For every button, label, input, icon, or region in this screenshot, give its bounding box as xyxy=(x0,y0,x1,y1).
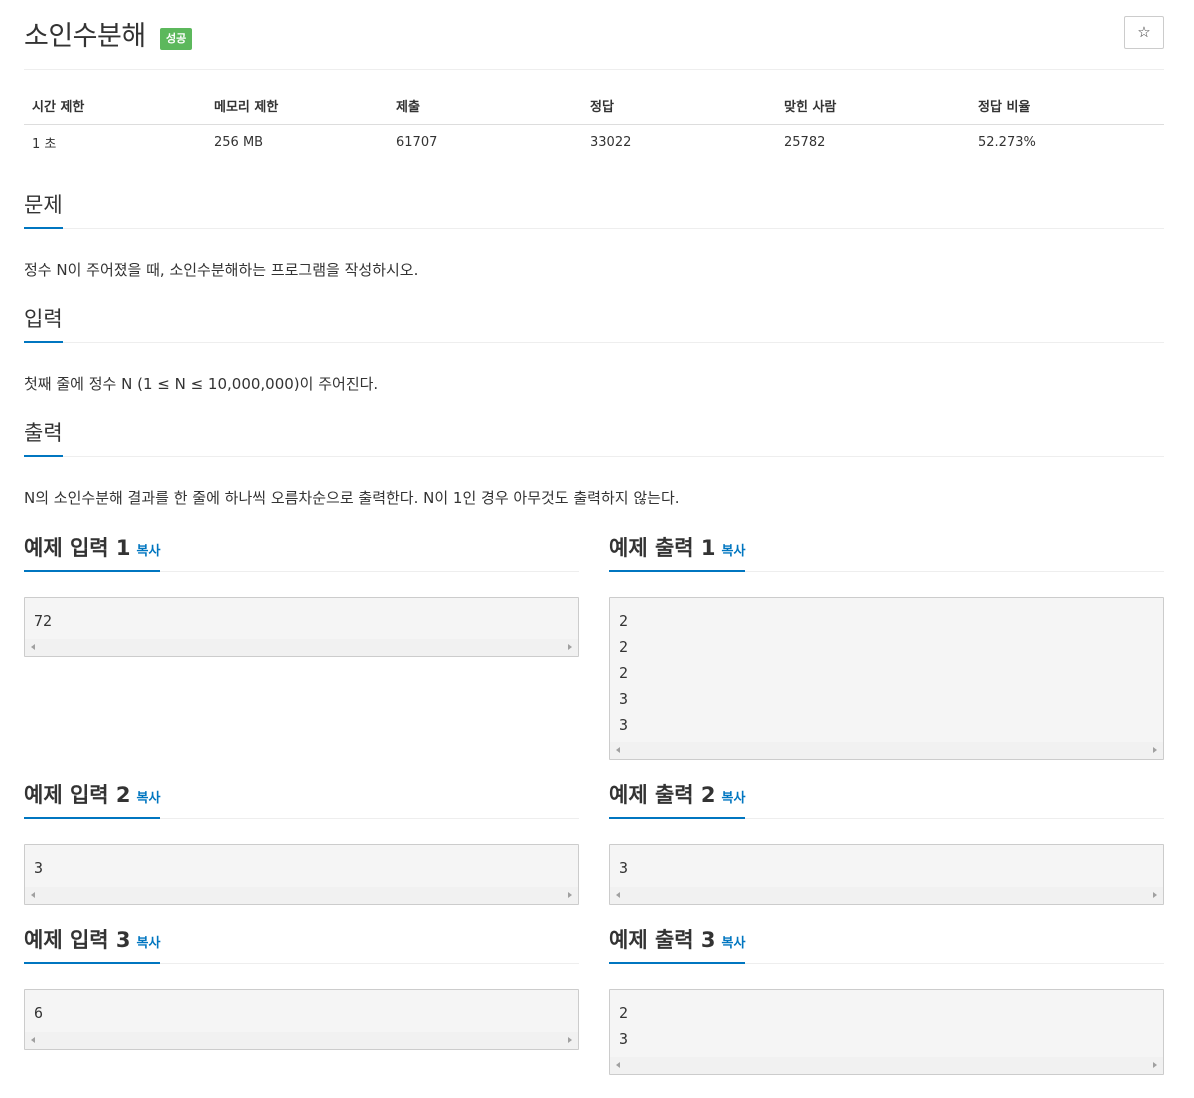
sample-output-1-header: 예제 출력 1 복사 xyxy=(609,536,1164,572)
problem-header: 소인수분해 성공 ☆ xyxy=(24,0,1164,70)
horizontal-scrollbar[interactable] xyxy=(25,639,578,656)
header-submissions: 제출 xyxy=(388,88,582,125)
value-solved-users: 25782 xyxy=(784,134,826,150)
sample-input-2-title: 예제 입력 2 xyxy=(24,783,131,807)
copy-sample-input-2-link[interactable]: 복사 xyxy=(137,791,161,806)
sample-output-2-title: 예제 출력 2 xyxy=(609,783,716,807)
value-memory-limit: 256 MB xyxy=(214,134,264,150)
sample-output-2-text: 3 xyxy=(619,859,629,877)
sample-input-3-text: 6 xyxy=(34,1004,44,1022)
scroll-left-icon[interactable] xyxy=(616,747,620,753)
value-accept-ratio: 52.273% xyxy=(978,134,1036,150)
value-time-limit: 1 초 xyxy=(32,136,57,152)
problem-description: 정수 N이 주어졌을 때, 소인수분해하는 프로그램을 작성하시오. xyxy=(24,261,419,279)
copy-sample-input-1-link[interactable]: 복사 xyxy=(137,544,161,559)
scroll-left-icon[interactable] xyxy=(616,1062,620,1068)
header-memory-limit: 메모리 제한 xyxy=(206,88,388,125)
input-section-title: 입력 xyxy=(24,303,63,343)
scroll-left-icon[interactable] xyxy=(616,892,620,898)
sample-input-3-header: 예제 입력 3 복사 xyxy=(24,928,579,964)
scroll-right-icon[interactable] xyxy=(568,1037,572,1043)
scroll-right-icon[interactable] xyxy=(568,892,572,898)
horizontal-scrollbar[interactable] xyxy=(25,1032,578,1049)
horizontal-scrollbar[interactable] xyxy=(25,887,578,904)
value-accepted: 33022 xyxy=(590,134,632,150)
copy-sample-output-3-link[interactable]: 복사 xyxy=(722,936,746,951)
header-time-limit: 시간 제한 xyxy=(24,88,206,125)
scroll-left-icon[interactable] xyxy=(31,1037,35,1043)
sample-output-1-title: 예제 출력 1 xyxy=(609,536,716,560)
scroll-right-icon[interactable] xyxy=(1153,747,1157,753)
star-icon: ☆ xyxy=(1137,23,1151,41)
output-description: N의 소인수분해 결과를 한 줄에 하나씩 오름차순으로 출력한다. N이 1인… xyxy=(24,489,680,507)
scroll-left-icon[interactable] xyxy=(31,892,35,898)
sample-input-3-title: 예제 입력 3 xyxy=(24,928,131,952)
sample-output-1-text: 2 2 2 3 3 xyxy=(619,612,629,734)
horizontal-scrollbar[interactable] xyxy=(610,742,1163,759)
header-solved-users: 맞힌 사람 xyxy=(776,88,970,125)
horizontal-scrollbar[interactable] xyxy=(610,887,1163,904)
star-button[interactable]: ☆ xyxy=(1124,16,1164,49)
output-section-header: 출력 xyxy=(24,421,1164,457)
page-title: 소인수분해 xyxy=(24,21,146,52)
copy-sample-output-1-link[interactable]: 복사 xyxy=(722,544,746,559)
header-accepted: 정답 xyxy=(582,88,776,125)
input-description: 첫째 줄에 정수 N (1 ≤ N ≤ 10,000,000)이 주어진다. xyxy=(24,375,379,393)
sample-output-2-header: 예제 출력 2 복사 xyxy=(609,783,1164,819)
sample-input-3-box[interactable]: 6 xyxy=(24,989,579,1050)
scroll-right-icon[interactable] xyxy=(568,644,572,650)
header-accept-ratio: 정답 비율 xyxy=(970,88,1164,125)
scroll-right-icon[interactable] xyxy=(1153,1062,1157,1068)
status-badge: 성공 xyxy=(160,28,193,50)
sample-output-3-header: 예제 출력 3 복사 xyxy=(609,928,1164,964)
sample-output-1-box[interactable]: 2 2 2 3 3 xyxy=(609,597,1164,760)
problem-info-table: 시간 제한 메모리 제한 제출 정답 맞힌 사람 정답 비율 1 초 256 M… xyxy=(24,88,1164,160)
copy-sample-output-2-link[interactable]: 복사 xyxy=(722,791,746,806)
sample-output-3-title: 예제 출력 3 xyxy=(609,928,716,952)
sample-input-1-header: 예제 입력 1 복사 xyxy=(24,536,579,572)
sample-output-2-box[interactable]: 3 xyxy=(609,844,1164,905)
value-submissions: 61707 xyxy=(396,134,438,150)
sample-output-3-box[interactable]: 2 3 xyxy=(609,989,1164,1075)
sample-output-3-text: 2 3 xyxy=(619,1004,629,1048)
sample-input-2-text: 3 xyxy=(34,859,44,877)
info-value-row: 1 초 256 MB 61707 33022 25782 52.273% xyxy=(24,124,1164,160)
copy-sample-input-3-link[interactable]: 복사 xyxy=(137,936,161,951)
problem-section-header: 문제 xyxy=(24,193,1164,229)
info-header-row: 시간 제한 메모리 제한 제출 정답 맞힌 사람 정답 비율 xyxy=(24,88,1164,125)
scroll-left-icon[interactable] xyxy=(31,644,35,650)
sample-input-2-header: 예제 입력 2 복사 xyxy=(24,783,579,819)
problem-section-title: 문제 xyxy=(24,189,63,229)
horizontal-scrollbar[interactable] xyxy=(610,1057,1163,1074)
sample-input-1-title: 예제 입력 1 xyxy=(24,536,131,560)
scroll-right-icon[interactable] xyxy=(1153,892,1157,898)
output-section-title: 출력 xyxy=(24,417,63,457)
sample-input-1-text: 72 xyxy=(34,612,53,630)
sample-input-1-box[interactable]: 72 xyxy=(24,597,579,657)
sample-input-2-box[interactable]: 3 xyxy=(24,844,579,905)
input-section-header: 입력 xyxy=(24,307,1164,343)
